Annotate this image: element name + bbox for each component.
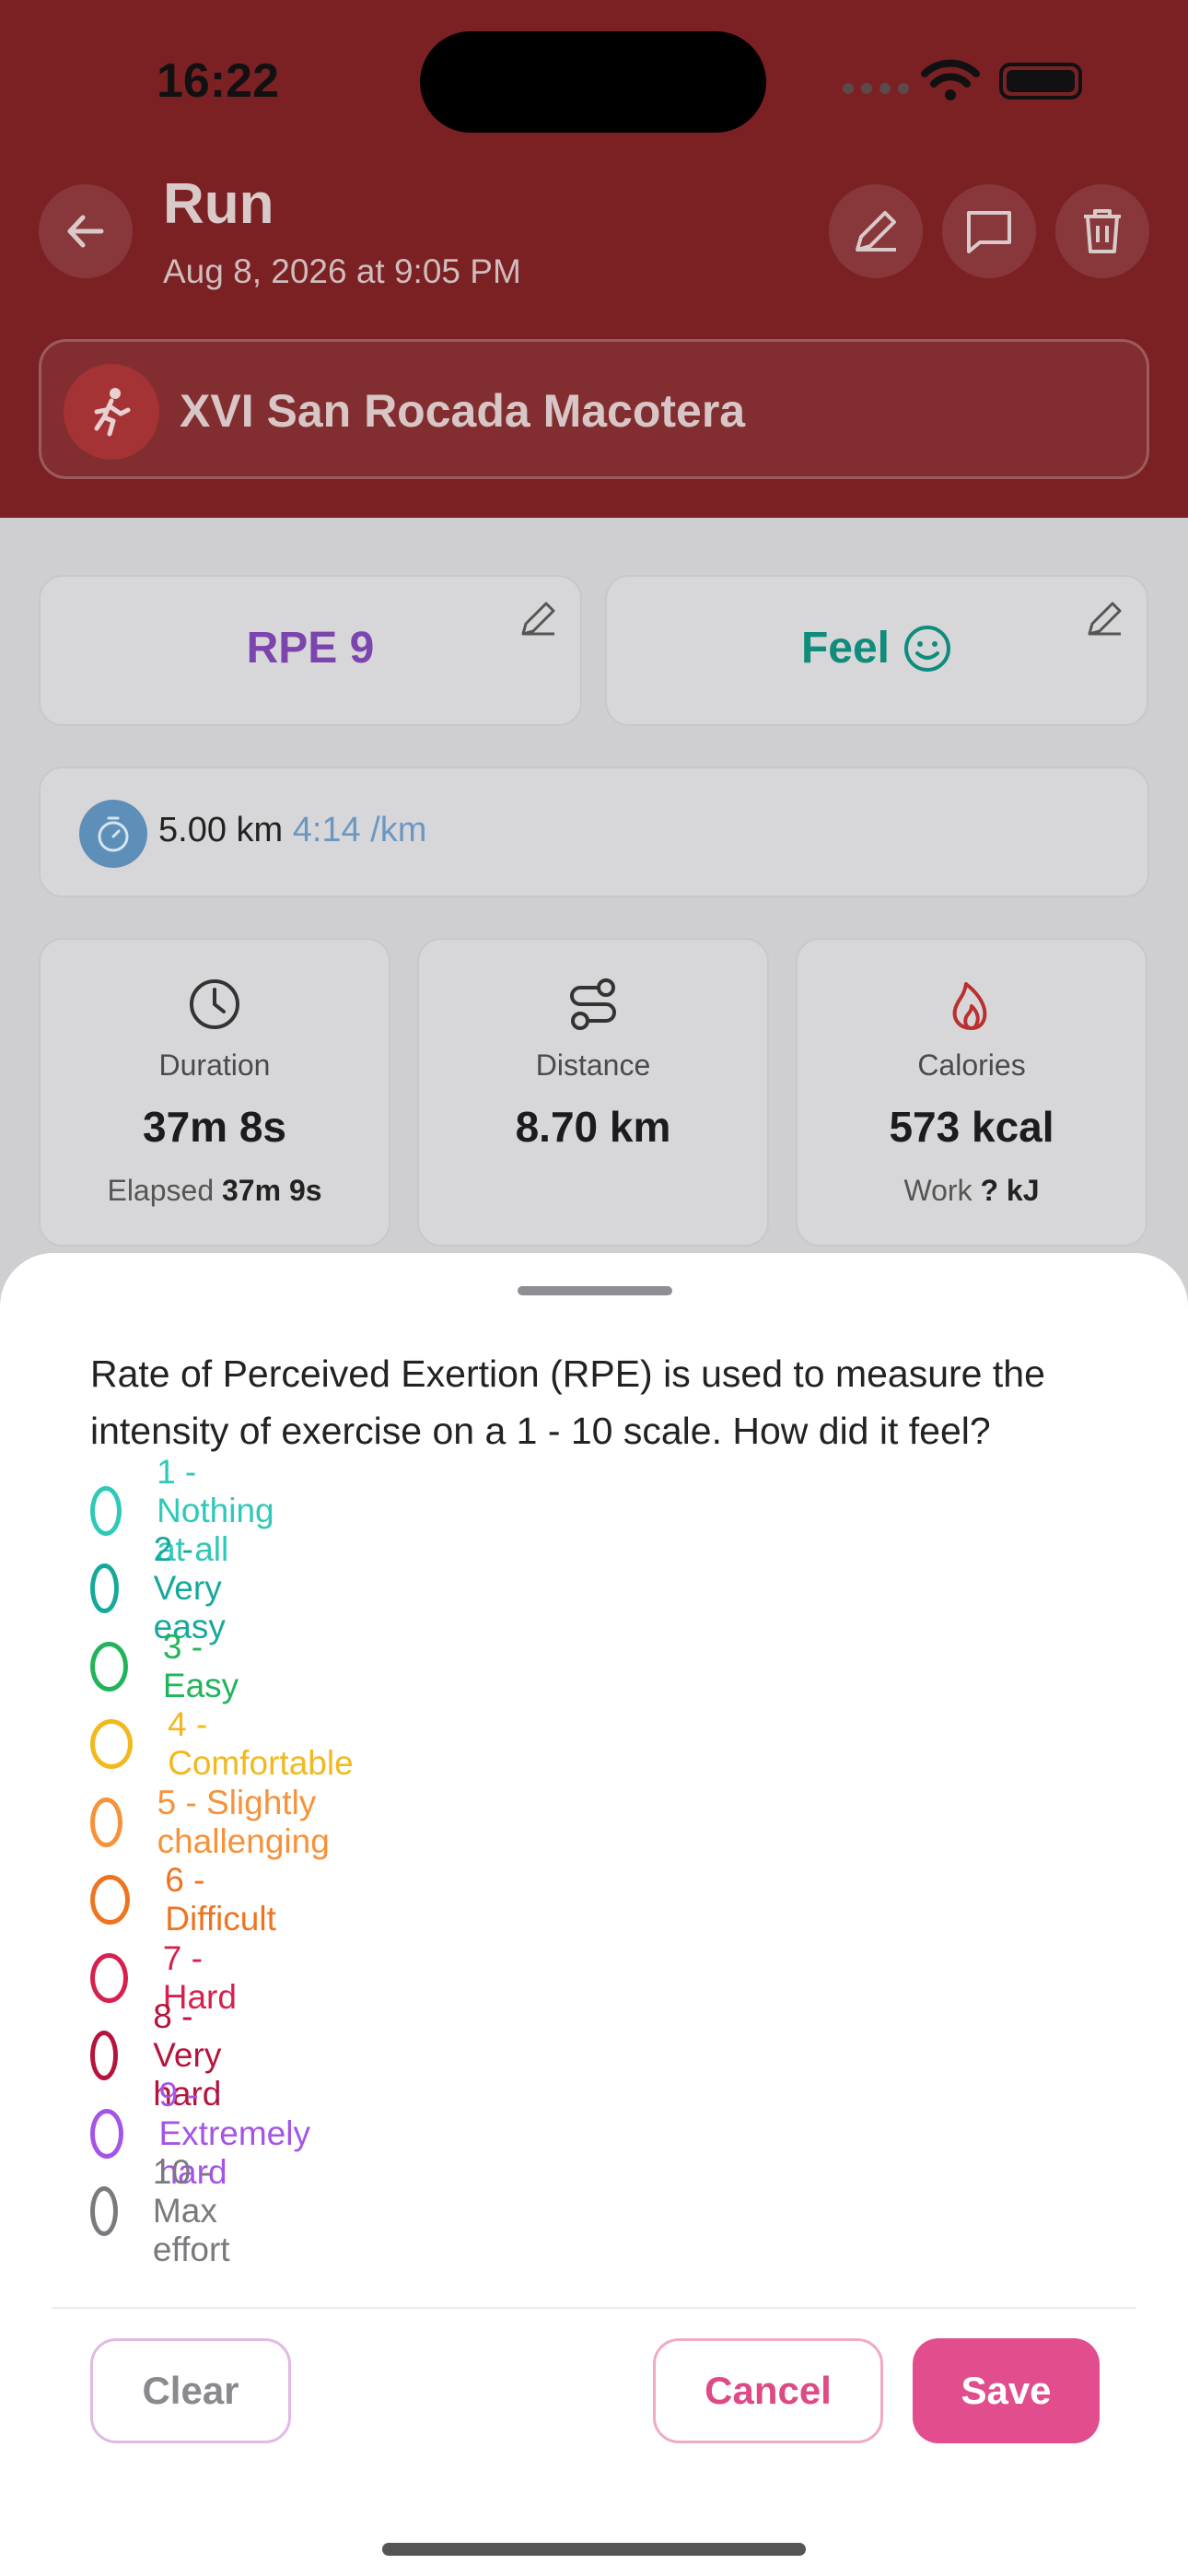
rpe-option-label: 6 - Difficult xyxy=(165,1861,276,1938)
rpe-option-label: 4 - Comfortable xyxy=(168,1705,354,1782)
radio-button[interactable] xyxy=(90,2186,118,2236)
home-indicator[interactable] xyxy=(382,2543,806,2556)
rpe-option-label: 10 - Max effort xyxy=(152,2153,230,2268)
radio-button[interactable] xyxy=(90,1719,134,1769)
rpe-option-5[interactable]: 5 - Slightly challenging xyxy=(90,1784,347,1860)
radio-button[interactable] xyxy=(90,1486,122,1536)
rpe-option-label: 5 - Slightly challenging xyxy=(157,1784,330,1860)
cancel-button[interactable]: Cancel xyxy=(653,2338,883,2443)
radio-button[interactable] xyxy=(90,1563,119,1613)
rpe-bottom-sheet: Rate of Perceived Exertion (RPE) is used… xyxy=(0,1253,1188,2576)
radio-button[interactable] xyxy=(90,1642,128,1692)
rpe-option-6[interactable]: 6 - Difficult xyxy=(90,1861,286,1938)
rpe-option-8[interactable]: 8 - Very hard xyxy=(90,1997,243,2113)
save-button[interactable]: Save xyxy=(913,2338,1100,2443)
radio-button[interactable] xyxy=(90,1875,131,1925)
dim-overlay[interactable] xyxy=(0,0,1188,1253)
radio-button[interactable] xyxy=(90,1953,128,2003)
rpe-option-10[interactable]: 10 - Max effort xyxy=(90,2153,252,2268)
radio-button[interactable] xyxy=(90,2031,119,2080)
rpe-option-label: 3 - Easy xyxy=(162,1628,239,1704)
clear-button[interactable]: Clear xyxy=(90,2338,291,2443)
rpe-question: Rate of Perceived Exertion (RPE) is used… xyxy=(90,1352,1045,1452)
rpe-option-3[interactable]: 3 - Easy xyxy=(90,1628,250,1704)
radio-button[interactable] xyxy=(90,2109,124,2159)
divider xyxy=(52,2307,1136,2309)
radio-button[interactable] xyxy=(90,1797,122,1847)
rpe-option-4[interactable]: 4 - Comfortable xyxy=(90,1705,361,1782)
sheet-grabber[interactable] xyxy=(518,1286,672,1295)
rpe-option-2[interactable]: 2 - Very easy xyxy=(90,1530,247,1645)
